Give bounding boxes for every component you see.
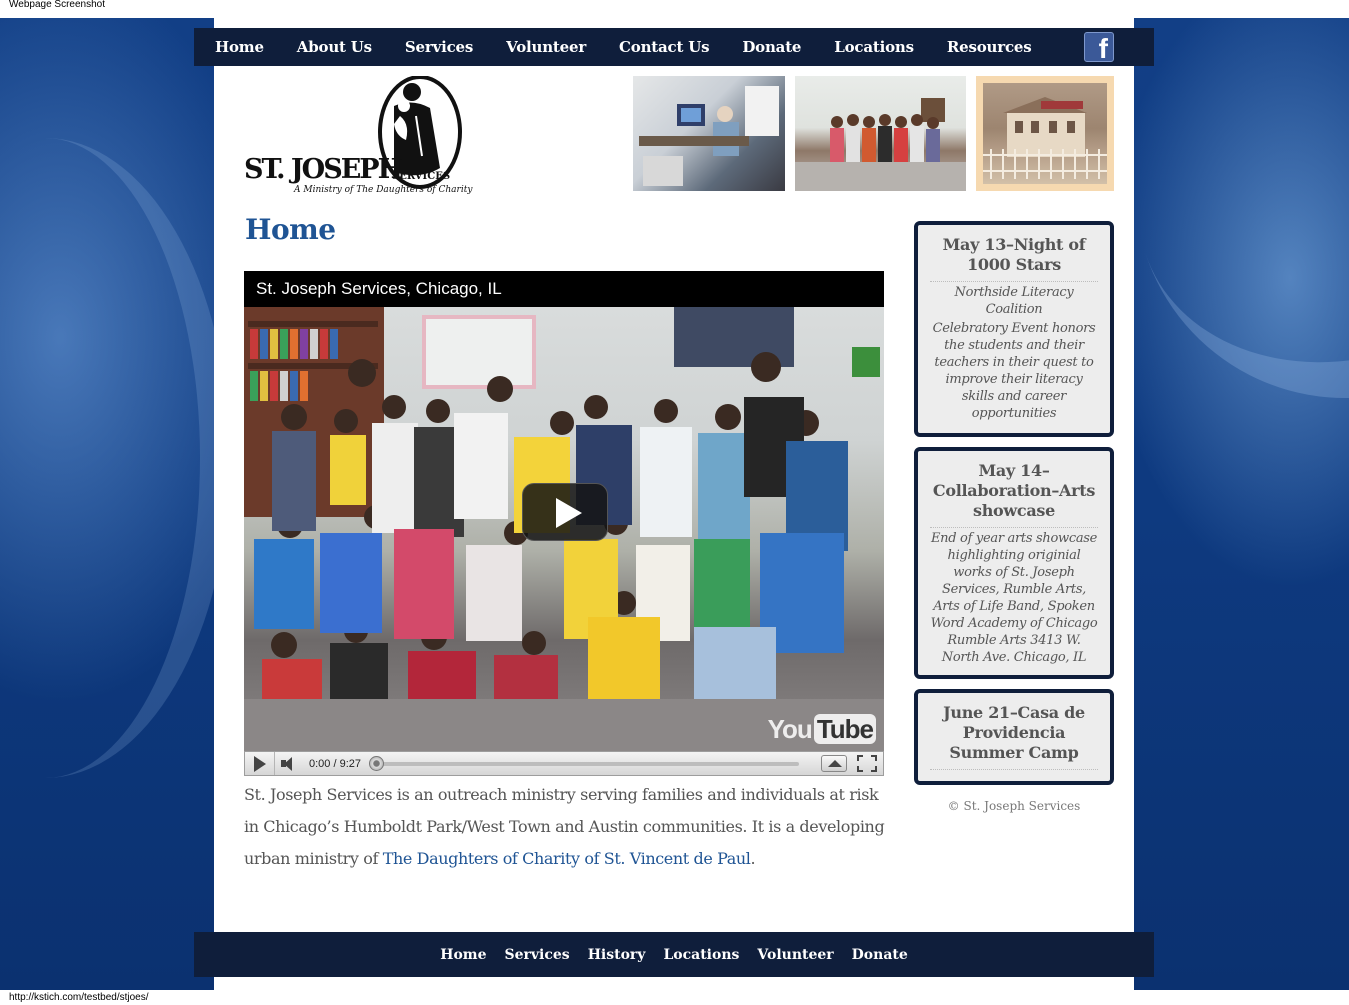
- office-photo-image: [639, 86, 779, 186]
- nav-services[interactable]: Services: [405, 38, 473, 56]
- footer-nav-services[interactable]: Services: [505, 947, 570, 963]
- video-player[interactable]: St. Joseph Services, Chicago, IL You Tub…: [244, 271, 884, 776]
- event-title[interactable]: May 14–Collaboration–Arts showcase: [930, 461, 1098, 528]
- window-caption: Webpage Screenshot: [9, 0, 105, 10]
- nav-donate[interactable]: Donate: [742, 38, 801, 56]
- volume-icon[interactable]: [275, 752, 305, 775]
- fullscreen-icon[interactable]: [857, 755, 877, 772]
- youtube-logo[interactable]: You Tube: [768, 714, 876, 745]
- status-bar-url: http://kstich.com/testbed/stjoes/: [9, 992, 149, 1003]
- page-title: Home: [245, 213, 336, 246]
- logo-name: ST. JOSEPH: [244, 154, 403, 185]
- copyright-notice: © St. Joseph Services: [947, 799, 1081, 813]
- progress-knob[interactable]: [369, 756, 384, 771]
- main-nav: Home About Us Services Volunteer Contact…: [194, 28, 1154, 66]
- video-thumbnail[interactable]: You Tube: [244, 307, 884, 751]
- event-card-night-of-stars[interactable]: May 13–Night of 1000 Stars Northside Lit…: [914, 221, 1114, 437]
- event-card-arts-showcase[interactable]: May 14–Collaboration–Arts showcase End o…: [914, 447, 1114, 679]
- play-icon[interactable]: [245, 752, 275, 775]
- nav-resources[interactable]: Resources: [947, 38, 1032, 56]
- footer-nav-locations[interactable]: Locations: [663, 947, 739, 963]
- event-line: End of year arts showcase highlighting o…: [930, 531, 1098, 665]
- footer-nav-history[interactable]: History: [588, 947, 646, 963]
- video-controls-bar: 0:00 / 9:27: [244, 751, 884, 776]
- nav-contact-us[interactable]: Contact Us: [619, 38, 710, 56]
- footer-nav: Home Services History Locations Voluntee…: [194, 932, 1154, 977]
- youtube-logo-tube: Tube: [813, 714, 876, 744]
- event-line: Celebratory Event honors the students an…: [932, 321, 1096, 421]
- header-photo-group: [795, 76, 966, 191]
- video-play-overlay-button[interactable]: [522, 483, 608, 541]
- group-photo-image: [795, 98, 966, 191]
- nav-about-us[interactable]: About Us: [297, 38, 372, 56]
- header-photo-historic-house: [976, 76, 1114, 191]
- event-description: End of year arts showcase highlighting o…: [930, 530, 1098, 666]
- progress-track[interactable]: [375, 762, 799, 766]
- video-title[interactable]: St. Joseph Services, Chicago, IL: [244, 271, 884, 307]
- event-description: Northside Literacy Coalition Celebratory…: [930, 284, 1098, 422]
- footer-nav-volunteer[interactable]: Volunteer: [757, 947, 833, 963]
- site-logo[interactable]: ST. JOSEPH SERVICES A Ministry of The Da…: [244, 75, 472, 200]
- quality-up-icon[interactable]: [821, 755, 847, 772]
- event-title[interactable]: June 21–Casa de Providencia Summer Camp: [930, 703, 1098, 770]
- facebook-icon[interactable]: f: [1084, 32, 1114, 62]
- header-photo-office: [633, 76, 785, 191]
- intro-end: .: [750, 849, 756, 868]
- footer-nav-donate[interactable]: Donate: [852, 947, 908, 963]
- event-card-summer-camp[interactable]: June 21–Casa de Providencia Summer Camp: [914, 689, 1114, 785]
- event-line: Northside Literacy Coalition: [954, 285, 1074, 317]
- intro-paragraph: St. Joseph Services is an outreach minis…: [244, 779, 894, 875]
- event-title[interactable]: May 13–Night of 1000 Stars: [930, 235, 1098, 282]
- logo-sub: SERVICES: [392, 171, 451, 182]
- video-time: 0:00 / 9:27: [309, 757, 361, 770]
- footer-nav-home[interactable]: Home: [440, 947, 486, 963]
- video-progress-slider[interactable]: [369, 752, 799, 775]
- nav-volunteer[interactable]: Volunteer: [506, 38, 586, 56]
- nav-home[interactable]: Home: [215, 38, 264, 56]
- historic-house-image: [983, 83, 1107, 184]
- daughters-of-charity-link[interactable]: The Daughters of Charity of St. Vincent …: [383, 849, 751, 868]
- logo-tagline: A Ministry of The Daughters of Charity: [294, 185, 473, 195]
- nav-locations[interactable]: Locations: [834, 38, 914, 56]
